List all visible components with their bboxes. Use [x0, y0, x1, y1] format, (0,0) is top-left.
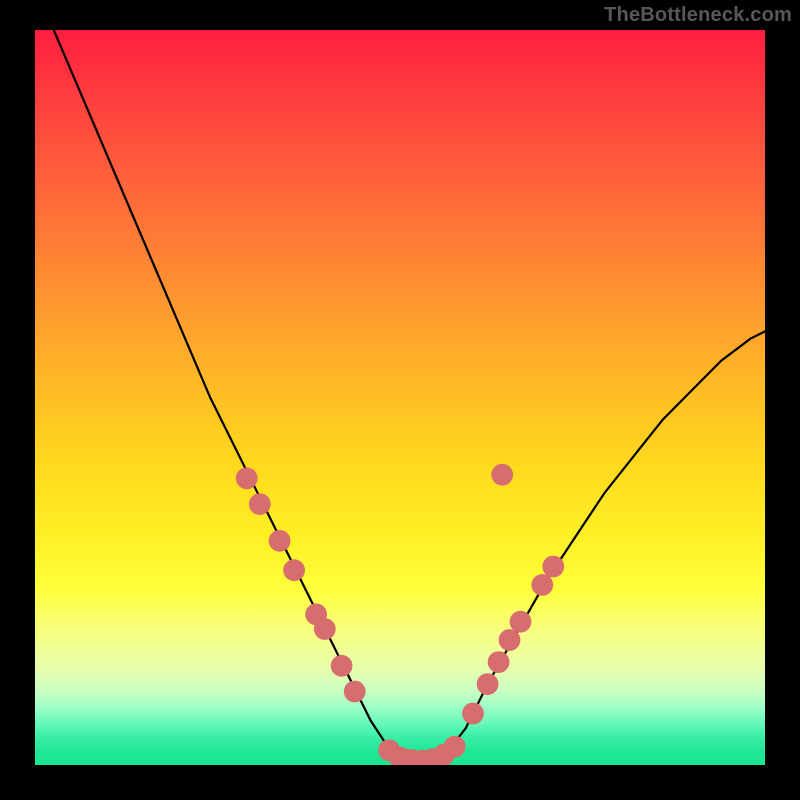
- curve-marker: [499, 629, 521, 651]
- curve-marker: [269, 530, 291, 552]
- curve-marker: [462, 703, 484, 725]
- curve-marker: [542, 556, 564, 578]
- curve-marker: [344, 681, 366, 703]
- curve-marker: [477, 673, 499, 695]
- curve-marker: [510, 611, 532, 633]
- watermark-text: TheBottleneck.com: [604, 4, 792, 27]
- chart-svg: [35, 30, 765, 765]
- chart-frame: TheBottleneck.com: [0, 0, 800, 800]
- curve-marker: [331, 655, 353, 677]
- plot-area: [35, 30, 765, 765]
- curve-marker: [283, 559, 305, 581]
- curve-marker: [249, 493, 271, 515]
- curve-marker: [314, 618, 336, 640]
- bottleneck-curve: [35, 30, 765, 761]
- curve-marker: [444, 736, 466, 758]
- curve-marker: [491, 464, 513, 486]
- curve-marker: [488, 651, 510, 673]
- curve-marker: [236, 467, 258, 489]
- curve-marker: [531, 574, 553, 596]
- curve-markers: [236, 464, 564, 765]
